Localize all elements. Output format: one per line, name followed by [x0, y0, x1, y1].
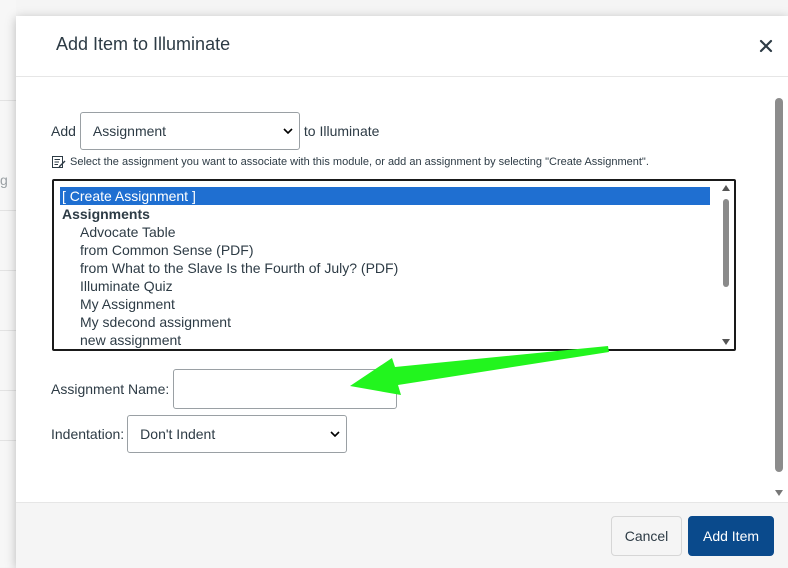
listbox-scroll-thumb[interactable] [723, 199, 729, 287]
assignment-listbox[interactable]: [ Create Assignment ] Assignments Advoca… [52, 179, 736, 351]
list-item-create-assignment[interactable]: [ Create Assignment ] [60, 187, 710, 205]
indentation-select-value: Don't Indent [140, 426, 216, 442]
item-type-select-value: Assignment [92, 123, 167, 139]
edit-note-icon [52, 156, 66, 168]
list-group-assignments: Assignments [62, 206, 150, 222]
listbox-scrollbar[interactable] [720, 183, 732, 347]
assignment-name-input[interactable] [173, 369, 398, 409]
background-text-fragment: g [0, 172, 8, 188]
add-item-dialog: Add Item to Illuminate Add Assignment to… [16, 16, 788, 568]
assignment-name-row: Assignment Name: [51, 369, 398, 409]
background-divider [0, 100, 16, 101]
add-item-button[interactable]: Add Item [688, 516, 774, 556]
background-page: g [0, 0, 16, 567]
list-item[interactable]: My Assignment [80, 295, 175, 313]
list-item[interactable]: Illuminate Quiz [80, 277, 173, 295]
dialog-scrollbar[interactable] [770, 92, 788, 502]
dialog-scroll-thumb[interactable] [775, 98, 783, 472]
scroll-up-icon[interactable] [722, 185, 730, 191]
background-divider [0, 390, 16, 391]
background-divider [0, 210, 16, 211]
assignment-hint: Select the assignment you want to associ… [51, 154, 649, 169]
chevron-down-icon [330, 431, 340, 437]
background-divider [0, 270, 16, 271]
cancel-button[interactable]: Cancel [611, 516, 682, 556]
add-prefix-label: Add [51, 123, 76, 139]
dialog-header: Add Item to Illuminate [16, 16, 788, 77]
assignment-hint-text: Select the assignment you want to associ… [70, 155, 649, 168]
chevron-down-icon [283, 128, 293, 134]
indentation-row: Indentation: Don't Indent [51, 415, 348, 453]
list-item[interactable]: Advocate Table [80, 223, 175, 241]
background-divider [0, 330, 16, 331]
list-item[interactable]: new assignment [80, 331, 181, 349]
close-icon[interactable] [758, 38, 774, 54]
indentation-select[interactable]: Don't Indent [127, 415, 348, 453]
list-item[interactable]: My sdecond assignment [80, 313, 231, 331]
dialog-footer: Cancel Add Item [16, 502, 788, 568]
item-type-select[interactable]: Assignment [79, 112, 300, 150]
scroll-down-icon[interactable] [775, 490, 783, 496]
indentation-label: Indentation: [51, 426, 125, 442]
list-item[interactable]: from What to the Slave Is the Fourth of … [80, 259, 398, 277]
list-item[interactable]: from Common Sense (PDF) [80, 241, 253, 259]
dialog-title: Add Item to Illuminate [56, 34, 231, 54]
add-suffix-label: to Illuminate [303, 123, 380, 139]
background-divider [0, 440, 16, 441]
add-type-row: Add Assignment to Illuminate [51, 112, 379, 150]
assignment-name-label: Assignment Name: [51, 381, 170, 397]
scroll-down-icon[interactable] [722, 339, 730, 345]
dialog-body: Add Assignment to Illuminate Select the … [16, 77, 772, 502]
